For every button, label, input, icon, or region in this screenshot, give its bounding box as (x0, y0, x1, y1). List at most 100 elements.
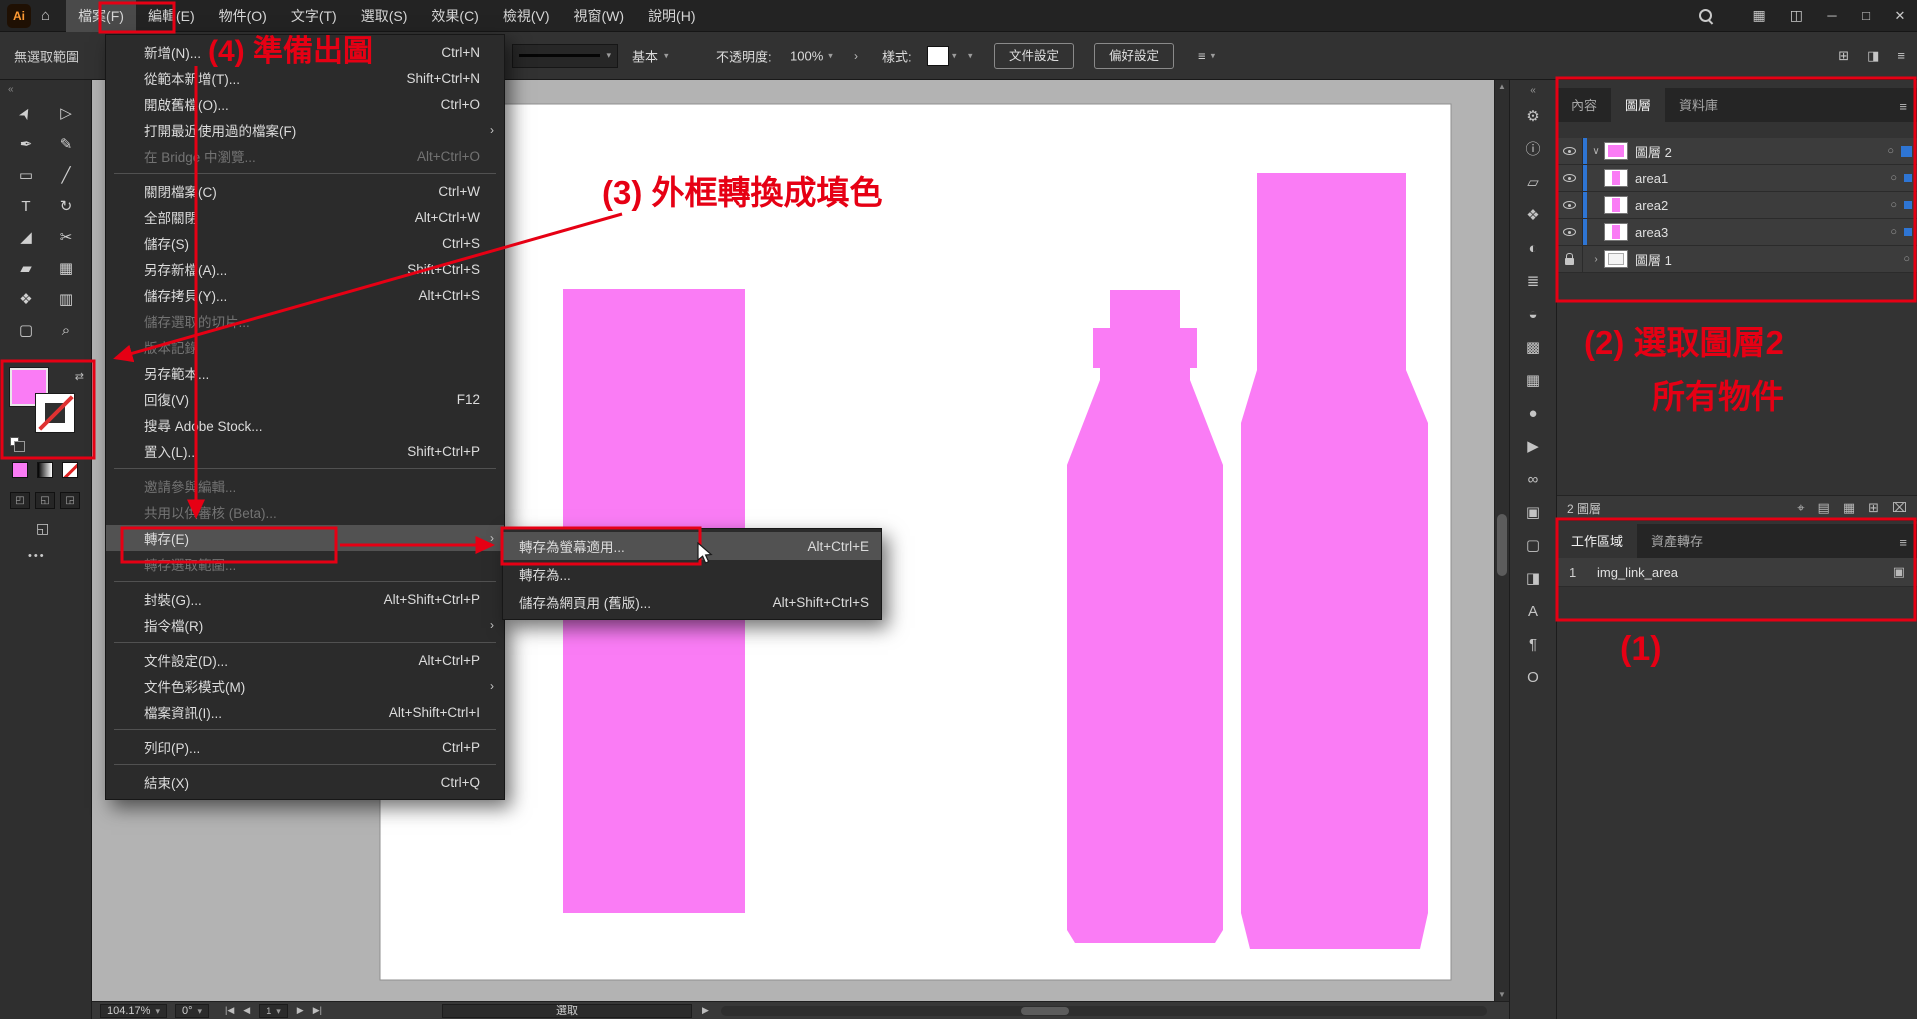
layer-row-layer-1[interactable]: › 圖層 1 ○ (1557, 246, 1917, 273)
layer-name[interactable]: area3 (1635, 225, 1890, 240)
last-artboard-button[interactable]: ▶| (313, 1005, 322, 1016)
file-menu-item-open[interactable]: 開啟舊檔(O)... Ctrl+O (106, 91, 504, 117)
document-setup-button[interactable]: 文件設定 (994, 43, 1074, 69)
status-options-icon[interactable]: ▶ (702, 1005, 709, 1016)
menu-type[interactable]: 文字(T) (279, 0, 349, 32)
scroll-up-icon[interactable]: ▲ (1495, 80, 1509, 94)
stroke-width-caret-icon[interactable]: ▾ (606, 50, 611, 61)
horizontal-scrollbar[interactable] (721, 1006, 1487, 1016)
visibility-toggle[interactable] (1557, 138, 1583, 164)
menu-view[interactable]: 檢視(V) (491, 0, 562, 32)
stroke-icon[interactable]: ≣ (1527, 267, 1540, 300)
file-menu-item-invite-to-edit[interactable]: 邀請參與編輯... (106, 473, 504, 499)
expand-dock-icon[interactable]: « (1530, 85, 1536, 96)
new-layer-icon[interactable]: ⊞ (1868, 500, 1879, 516)
column-graph-tool-icon[interactable]: ▥ (53, 290, 79, 310)
artboard-name[interactable]: img_link_area (1597, 565, 1893, 580)
file-menu-item-place[interactable]: 置入(L)... Shift+Ctrl+P (106, 438, 504, 464)
visibility-toggle[interactable] (1557, 165, 1583, 191)
artboard-tool-icon[interactable]: ▢ (13, 321, 39, 341)
file-menu-item-save-as-template[interactable]: 另存範本... (106, 360, 504, 386)
submenu-item-export-for-screens[interactable]: 轉存為螢幕適用... Alt+Ctrl+E (503, 532, 881, 560)
layer-row-area1[interactable]: area1 ○ (1557, 165, 1917, 192)
file-menu-item-save-as[interactable]: 另存新檔(A)... Shift+Ctrl+S (106, 256, 504, 282)
visibility-toggle[interactable] (1557, 192, 1583, 218)
screen-mode-button[interactable]: ◱ (36, 520, 49, 537)
rectangle-tool-icon[interactable]: ▭ (13, 166, 39, 186)
layer-name[interactable]: 圖層 1 (1635, 250, 1903, 269)
menu-file[interactable]: 檔案(F) (66, 0, 136, 32)
search-icon[interactable] (1699, 9, 1713, 23)
align-options-dropdown[interactable]: ≡ ▾ (1198, 48, 1215, 63)
mesh-tool-icon[interactable]: ▦ (53, 259, 79, 279)
file-menu-item-save-a-copy[interactable]: 儲存拷貝(Y)... Alt+Ctrl+S (106, 282, 504, 308)
color-icon[interactable]: ● (1528, 399, 1537, 432)
scissors-tool-icon[interactable]: ✂ (53, 228, 79, 248)
locate-object-icon[interactable]: ⌖ (1797, 500, 1804, 516)
layer-name[interactable]: area1 (1635, 171, 1890, 186)
image-trace-icon[interactable]: ◨ (1526, 564, 1540, 597)
paragraph-styles-icon[interactable]: ¶ (1529, 630, 1537, 663)
visibility-toggle[interactable] (1557, 219, 1583, 245)
swap-fill-stroke-icon[interactable]: ⇄ (75, 370, 84, 383)
gradient-icon[interactable]: ◒ (1528, 300, 1537, 333)
color-button[interactable] (12, 462, 28, 478)
zoom-tool-icon[interactable]: ⌕ (53, 321, 79, 341)
target-circle-icon[interactable]: ○ (1890, 172, 1897, 184)
selection-tool-icon[interactable]: ➤ (11, 98, 41, 131)
type-tool-icon[interactable]: T (13, 197, 39, 217)
next-artboard-button[interactable]: ▶ (297, 1005, 304, 1016)
opacity-more-icon[interactable]: › (854, 49, 858, 63)
file-menu-item-print[interactable]: 列印(P)... Ctrl+P (106, 734, 504, 760)
file-menu-item-version-history[interactable]: 版本記錄 (106, 334, 504, 360)
tab-asset-export[interactable]: 資產轉存 (1637, 523, 1717, 558)
maximize-button[interactable]: □ (1849, 0, 1883, 32)
transparency-icon[interactable]: ▩ (1526, 333, 1540, 366)
submenu-item-save-for-web[interactable]: 儲存為網頁用 (舊版)... Alt+Shift+Ctrl+S (503, 588, 881, 616)
stroke-color-swatch[interactable] (36, 394, 74, 432)
pathfinder-icon[interactable]: ❖ (1526, 201, 1539, 234)
control-menu-icon[interactable]: ≡ (1897, 48, 1905, 64)
layers-panel-menu-icon[interactable]: ≡ (1889, 91, 1917, 122)
tab-layers[interactable]: 圖層 (1611, 87, 1665, 122)
file-menu-item-browse-in-bridge[interactable]: 在 Bridge 中瀏覽... Alt+Ctrl+O (106, 143, 504, 169)
swatches-icon[interactable]: ▦ (1526, 366, 1540, 399)
artboard-select-dropdown[interactable]: 1 ▾ (259, 1004, 288, 1018)
info-icon[interactable]: ⓘ (1525, 135, 1540, 168)
panel-layout-icon[interactable]: ◨ (1867, 48, 1879, 64)
layer-thumbnail[interactable] (1605, 251, 1627, 267)
tab-artboards[interactable]: 工作區域 (1557, 523, 1637, 558)
collapse-tools-icon[interactable]: « (8, 84, 14, 95)
minimize-button[interactable]: ─ (1815, 0, 1849, 32)
menu-effect[interactable]: 效果(C) (419, 0, 490, 32)
layer-row-area2[interactable]: area2 ○ (1557, 192, 1917, 219)
target-circle-icon[interactable]: ○ (1890, 226, 1897, 238)
gear-icon[interactable]: ⚙ (1526, 102, 1539, 135)
target-circle-icon[interactable]: ○ (1890, 199, 1897, 211)
collect-for-export-icon[interactable]: ▤ (1818, 500, 1830, 516)
links-icon[interactable]: ∞ (1528, 465, 1539, 498)
submenu-item-export-as[interactable]: 轉存為... (503, 560, 881, 588)
layer-thumbnail[interactable] (1605, 143, 1627, 159)
file-menu-item-close[interactable]: 關閉檔案(C) Ctrl+W (106, 178, 504, 204)
style-swatch[interactable] (928, 47, 948, 65)
layer-name[interactable]: area2 (1635, 198, 1890, 213)
file-menu-item-document-setup[interactable]: 文件設定(D)... Alt+Ctrl+P (106, 647, 504, 673)
shape-builder-tool-icon[interactable]: ▰ (13, 259, 39, 279)
file-menu-item-file-info[interactable]: 檔案資訊(I)... Alt+Shift+Ctrl+I (106, 699, 504, 725)
stroke-width-control[interactable]: ▾ (512, 44, 618, 68)
delete-selection-icon[interactable]: ⌧ (1892, 500, 1907, 516)
file-menu-item-open-recent[interactable]: 打開最近使用過的檔案(F) › (106, 117, 504, 143)
menu-edit[interactable]: 編輯(E) (136, 0, 207, 32)
layer-thumbnail[interactable] (1605, 197, 1627, 213)
artboards-panel-menu-icon[interactable]: ≡ (1889, 527, 1917, 558)
prev-artboard-button[interactable]: ◀ (243, 1005, 250, 1016)
target-circle-icon[interactable]: ○ (1903, 253, 1910, 265)
workspace-switcher-icon[interactable]: ▦ (1753, 7, 1766, 24)
file-menu-item-scripts[interactable]: 指令檔(R) › (106, 612, 504, 638)
actions-icon[interactable]: ▶ (1527, 432, 1539, 465)
file-menu-item-export-selection[interactable]: 轉存選取範圍... (106, 551, 504, 577)
scroll-down-icon[interactable]: ▼ (1495, 988, 1509, 1002)
opacity-dropdown[interactable]: 100% ▾ (790, 48, 833, 63)
asset-export-icon[interactable]: ▣ (1526, 498, 1540, 531)
